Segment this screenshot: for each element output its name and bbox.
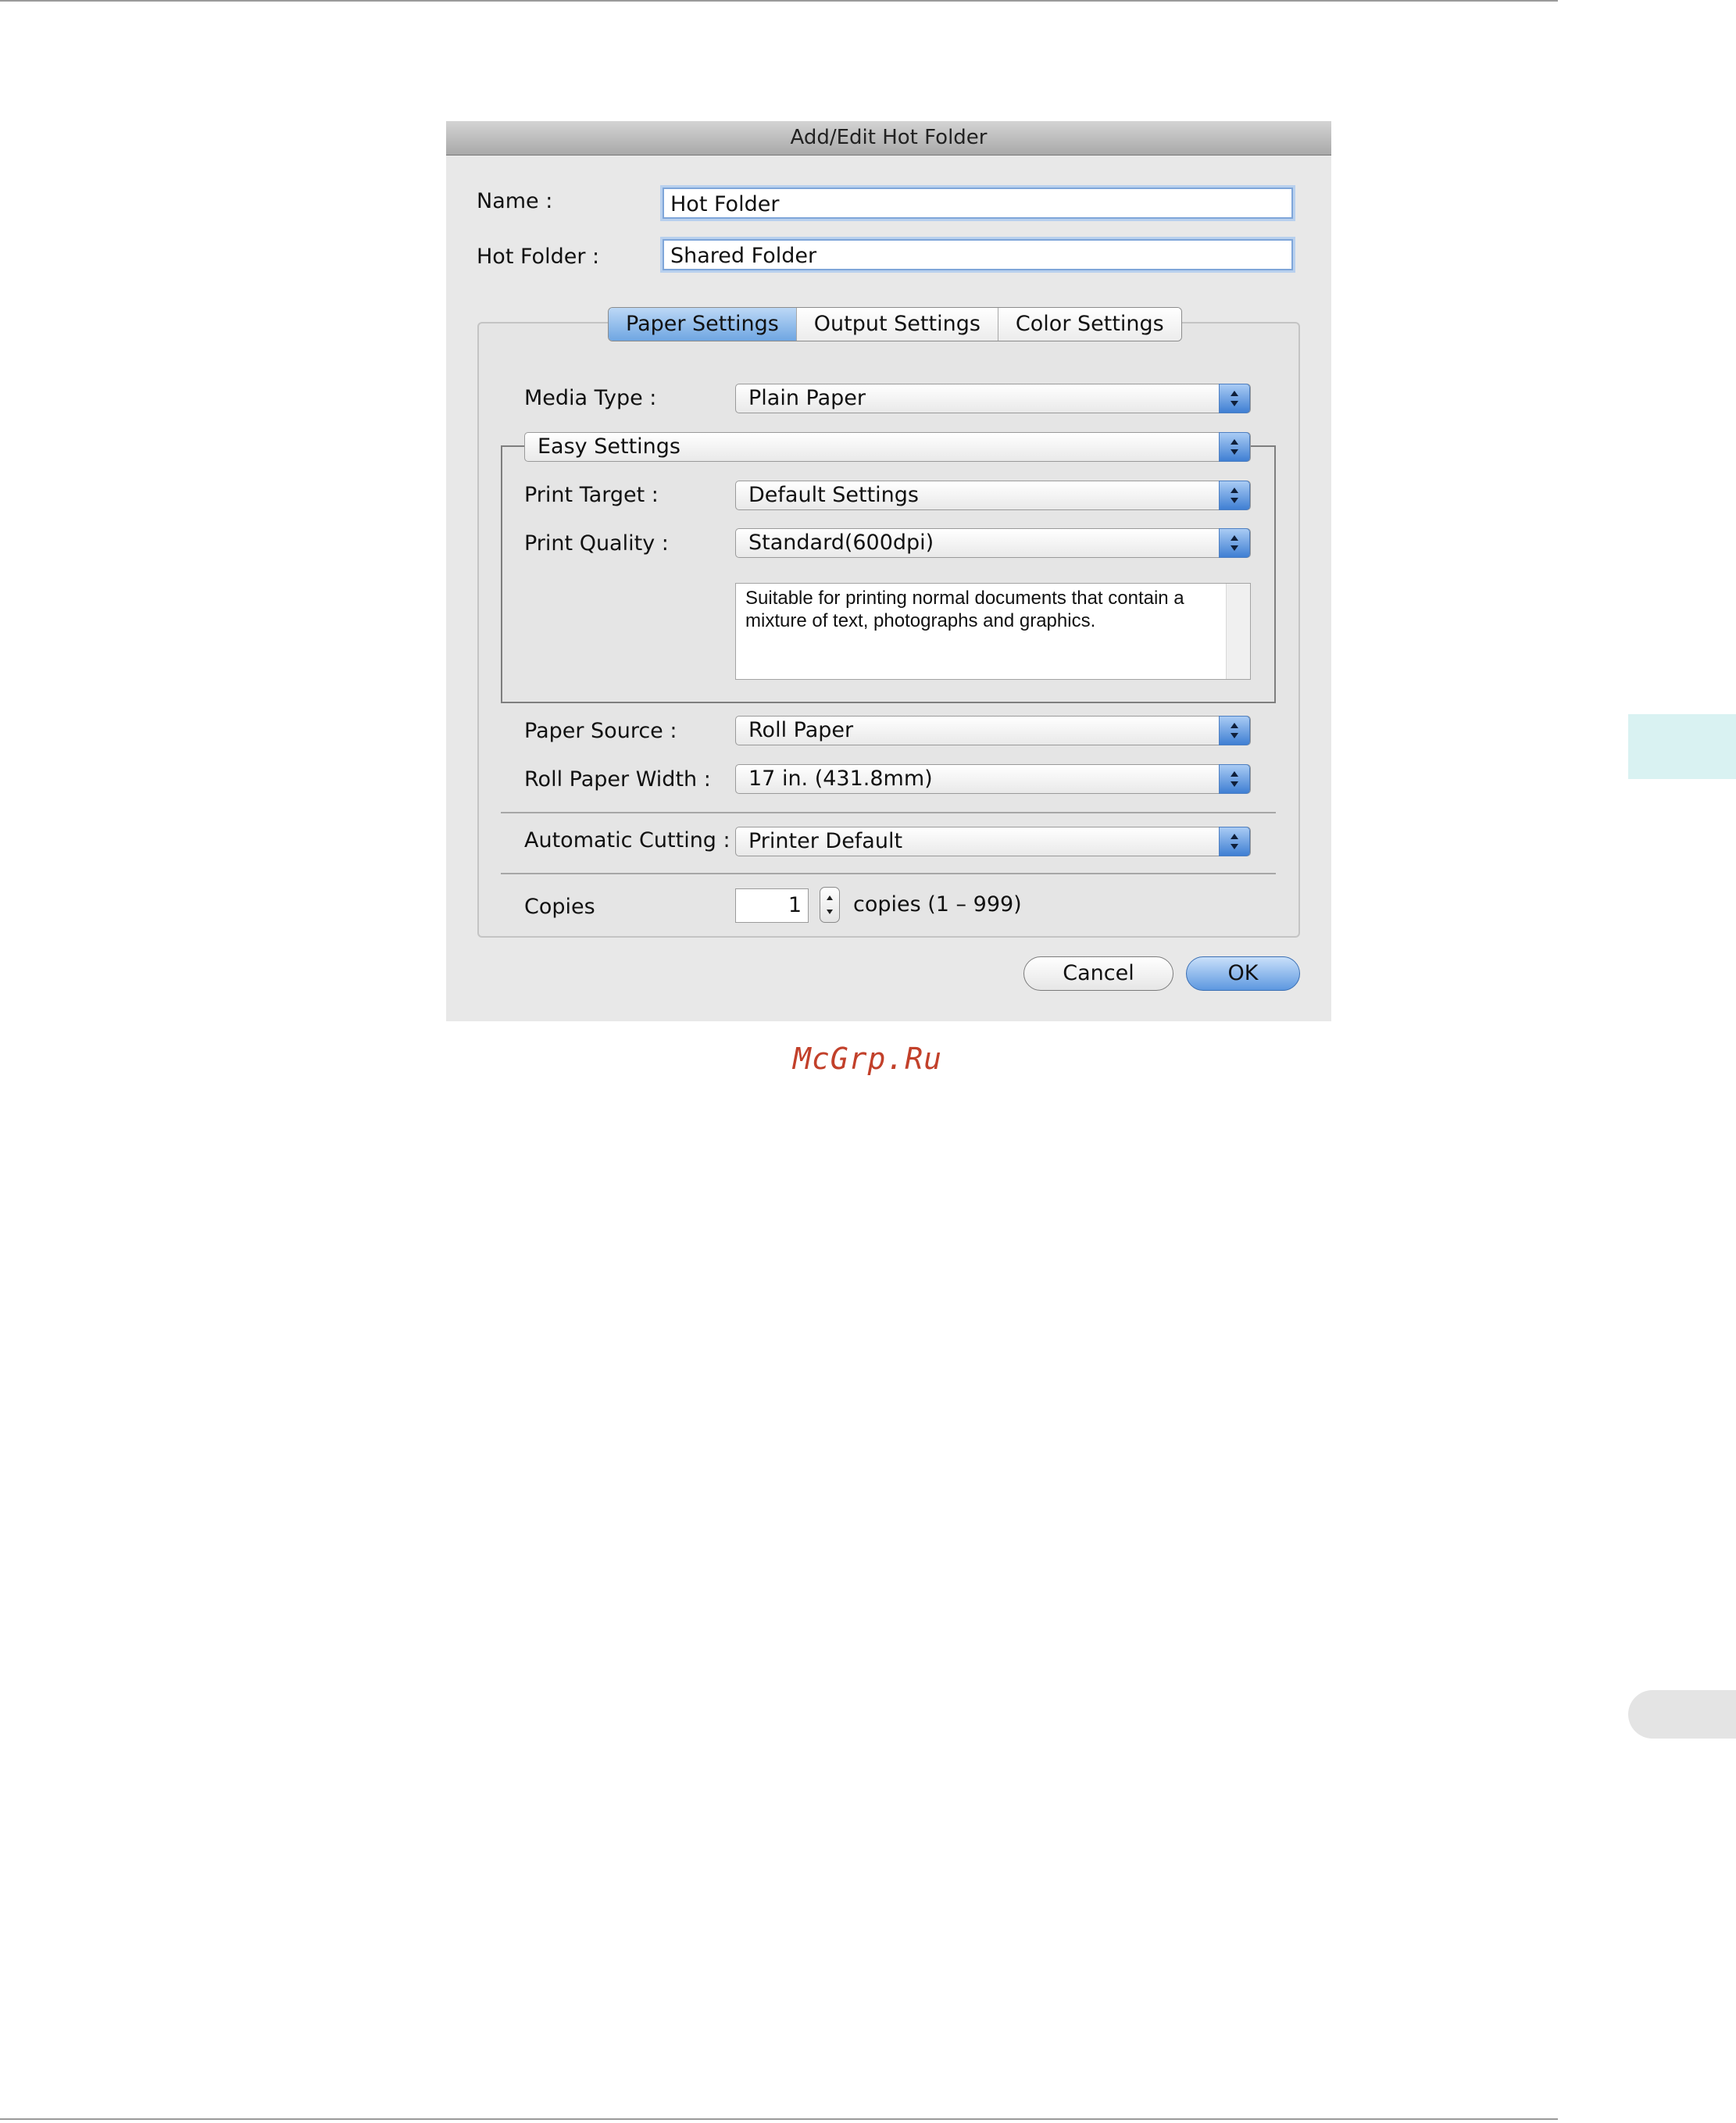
hot-folder-label: Hot Folder : bbox=[477, 245, 600, 269]
automatic-cutting-select[interactable]: Printer Default bbox=[735, 827, 1251, 856]
print-quality-description: Suitable for printing normal documents t… bbox=[735, 583, 1251, 680]
roll-paper-width-value: 17 in. (431.8mm) bbox=[748, 767, 933, 791]
popup-arrows-icon bbox=[1219, 827, 1250, 856]
media-type-select[interactable]: Plain Paper bbox=[735, 384, 1251, 413]
description-text: Suitable for printing normal documents t… bbox=[745, 588, 1184, 631]
description-scrollbar[interactable] bbox=[1226, 584, 1250, 679]
tab-color-settings[interactable]: Color Settings bbox=[998, 308, 1181, 341]
cancel-button[interactable]: Cancel bbox=[1023, 956, 1173, 991]
popup-arrows-icon bbox=[1219, 481, 1250, 510]
copies-stepper[interactable] bbox=[820, 887, 840, 923]
automatic-cutting-value: Printer Default bbox=[748, 829, 903, 853]
popup-arrows-icon bbox=[1219, 384, 1250, 413]
print-quality-label: Print Quality : bbox=[524, 531, 669, 556]
easy-settings-value: Easy Settings bbox=[538, 434, 680, 459]
popup-arrows-icon bbox=[1219, 764, 1250, 794]
paper-source-value: Roll Paper bbox=[748, 718, 854, 742]
copies-range-label: copies (1 – 999) bbox=[853, 892, 1022, 917]
name-input[interactable]: Hot Folder bbox=[663, 188, 1293, 219]
popup-arrows-icon bbox=[1219, 716, 1250, 745]
stepper-arrows-icon bbox=[827, 895, 833, 914]
print-target-value: Default Settings bbox=[748, 483, 919, 507]
paper-source-label: Paper Source : bbox=[524, 719, 677, 743]
page-top-rule bbox=[0, 0, 1558, 2]
settings-tabs: Paper Settings Output Settings Color Set… bbox=[608, 307, 1182, 341]
dialog-title: Add/Edit Hot Folder bbox=[446, 121, 1331, 155]
copies-input[interactable]: 1 bbox=[735, 888, 809, 923]
print-target-label: Print Target : bbox=[524, 483, 659, 507]
paper-source-select[interactable]: Roll Paper bbox=[735, 716, 1251, 745]
media-type-label: Media Type : bbox=[524, 386, 657, 410]
popup-arrows-icon bbox=[1219, 432, 1250, 462]
separator bbox=[501, 873, 1276, 874]
roll-paper-width-label: Roll Paper Width : bbox=[524, 767, 711, 792]
ok-button[interactable]: OK bbox=[1186, 956, 1300, 991]
copies-label: Copies bbox=[524, 895, 595, 919]
tab-output-settings[interactable]: Output Settings bbox=[796, 308, 998, 341]
roll-paper-width-select[interactable]: 17 in. (431.8mm) bbox=[735, 764, 1251, 794]
add-edit-hot-folder-dialog: Add/Edit Hot Folder Name : Hot Folder Ho… bbox=[446, 121, 1331, 1021]
popup-arrows-icon bbox=[1219, 528, 1250, 558]
easy-settings-select[interactable]: Easy Settings bbox=[524, 432, 1251, 462]
separator bbox=[501, 812, 1276, 813]
automatic-cutting-label: Automatic Cutting : bbox=[524, 828, 730, 852]
print-quality-select[interactable]: Standard(600dpi) bbox=[735, 528, 1251, 558]
index-side-tab bbox=[1628, 1690, 1736, 1739]
name-label: Name : bbox=[477, 189, 553, 213]
print-quality-value: Standard(600dpi) bbox=[748, 531, 934, 555]
print-target-select[interactable]: Default Settings bbox=[735, 481, 1251, 510]
hot-folder-input[interactable]: Shared Folder bbox=[663, 239, 1293, 270]
chapter-side-tab bbox=[1628, 714, 1736, 779]
tab-paper-settings[interactable]: Paper Settings bbox=[609, 308, 797, 341]
watermark-text: McGrp.Ru bbox=[793, 1042, 943, 1076]
media-type-value: Plain Paper bbox=[748, 386, 866, 410]
page-bottom-rule bbox=[0, 2118, 1558, 2120]
